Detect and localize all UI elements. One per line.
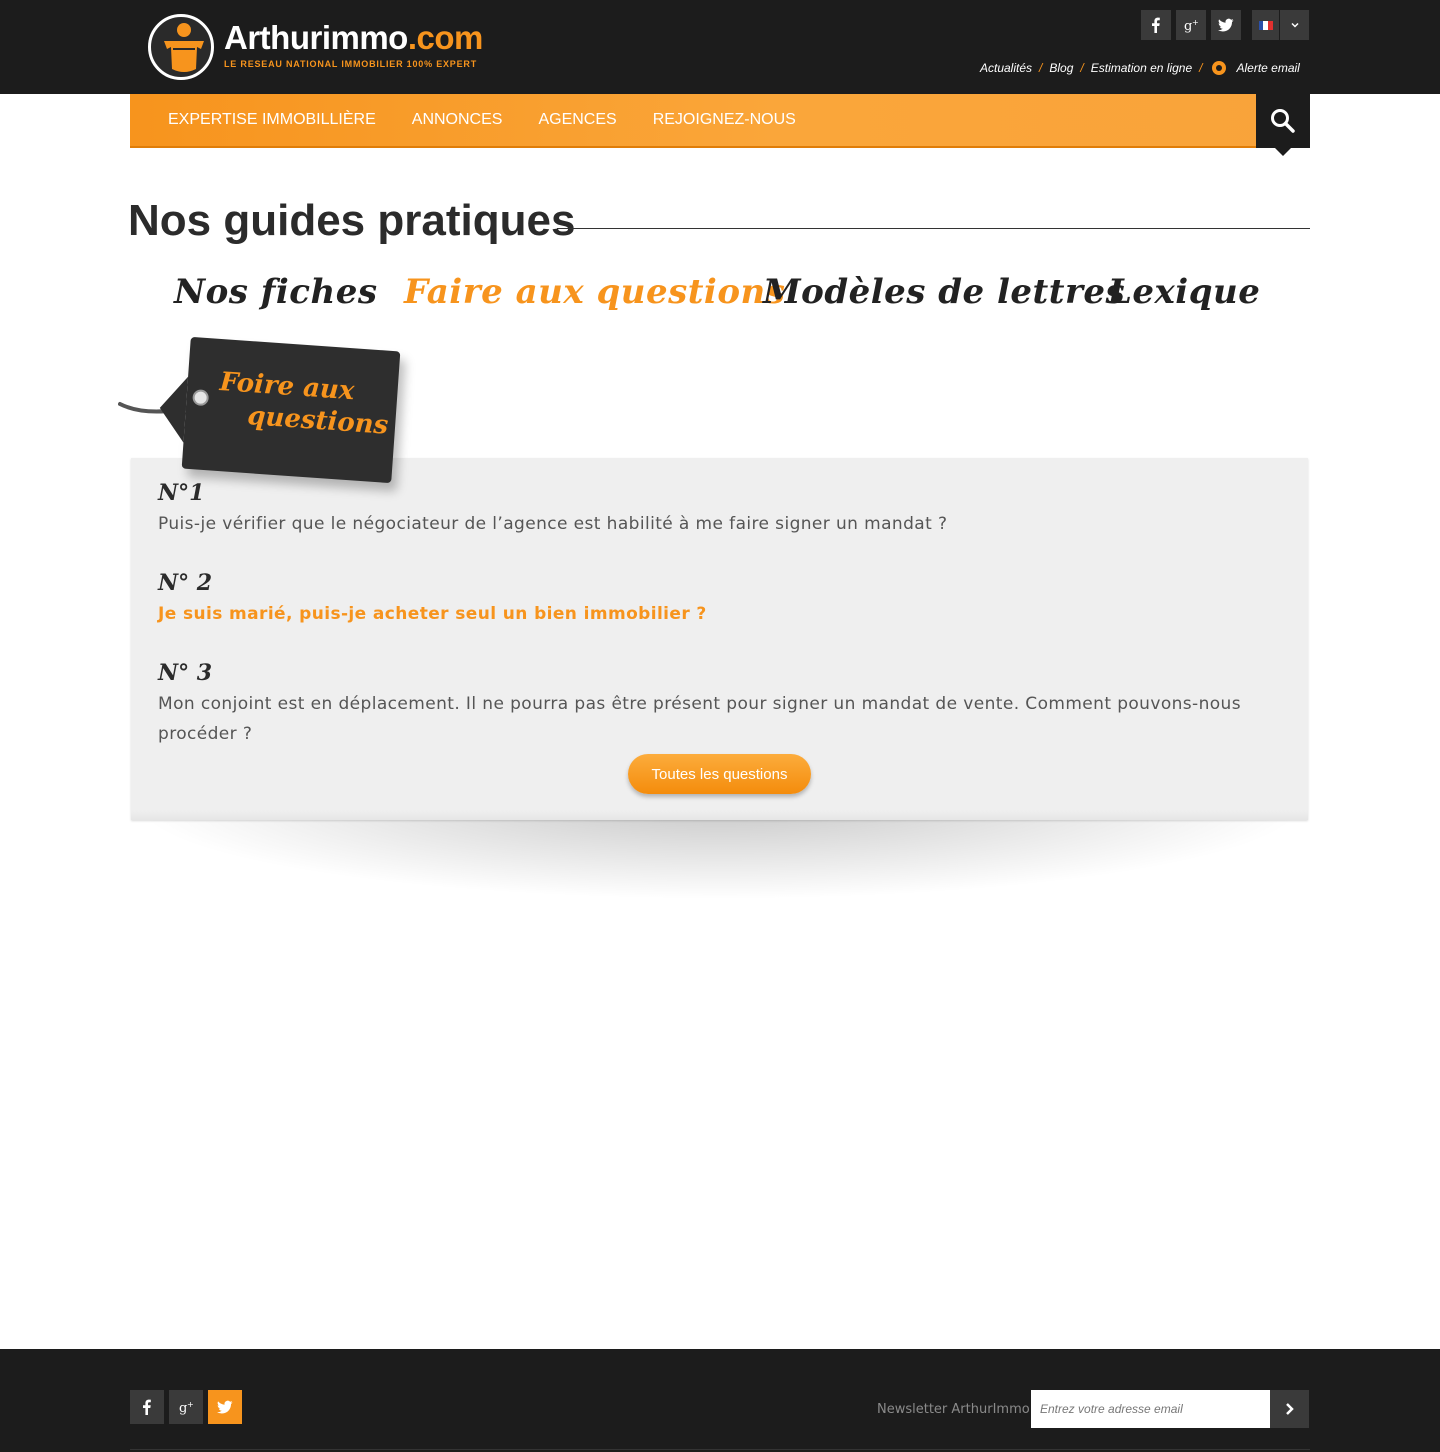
twitter-icon [1218,18,1234,32]
link-alerte-email[interactable]: Alerte email [1236,61,1299,75]
footer: g + Newsletter ArthurImmo [0,1349,1440,1452]
search-icon [1271,109,1295,133]
twitter-button[interactable] [1211,10,1241,40]
chevron-down-icon [1280,10,1309,40]
newsletter-label: Newsletter ArthurImmo [877,1402,1030,1417]
link-separator: / [1199,61,1203,75]
nav-item-rejoignez-nous[interactable]: REJOIGNEZ-NOUS [653,111,796,129]
facebook-icon [1152,17,1160,33]
google-plus-icon: g + [1184,18,1199,33]
newsletter-submit-button[interactable] [1270,1390,1309,1428]
question-link[interactable]: Mon conjoint est en déplacement. Il ne p… [158,689,1288,749]
logo[interactable]: Arthurimmo.com LE RESEAU NATIONAL IMMOBI… [148,14,483,80]
tag-title-line1: Foire aux [218,367,356,407]
header-social: g + [1141,10,1241,40]
svg-text:+: + [1192,18,1199,27]
footer-facebook-button[interactable] [130,1390,164,1424]
tag-hole [192,389,210,407]
link-separator: / [1039,61,1043,75]
main-nav: EXPERTISE IMMOBILLIÈRE ANNONCES AGENCES … [130,94,1310,156]
footer-social: g + [130,1390,242,1424]
tab-faire-aux-questions[interactable]: Faire aux questions [404,272,785,312]
logo-tagline: LE RESEAU NATIONAL IMMOBILIER 100% EXPER… [224,59,477,69]
footer-google-plus-button[interactable]: g + [169,1390,203,1424]
newsletter-email-input[interactable] [1031,1390,1270,1428]
search-button[interactable] [1256,94,1310,156]
link-actualites[interactable]: Actualités [980,61,1032,75]
footer-divider [130,1449,1310,1450]
google-plus-button[interactable]: g + [1176,10,1206,40]
header: Arthurimmo.com LE RESEAU NATIONAL IMMOBI… [0,0,1440,94]
logo-text: Arthurimmo.com [224,20,483,56]
question-link[interactable]: Puis-je vérifier que le négociateur de l… [158,509,1288,539]
language-selector[interactable] [1252,10,1309,40]
title-divider [557,228,1310,229]
question-number: N° 3 [158,660,213,686]
link-estimation[interactable]: Estimation en ligne [1091,61,1192,75]
logo-domain: .com [407,19,484,56]
facebook-button[interactable] [1141,10,1171,40]
tab-nos-fiches[interactable]: Nos fiches [174,272,377,312]
footer-twitter-button[interactable] [208,1390,242,1424]
logo-figure-icon [164,23,204,72]
question-number: N°1 [158,480,205,506]
chevron-right-icon [1285,1403,1294,1415]
question-link-active[interactable]: Je suis marié, puis-je acheter seul un b… [158,599,1288,629]
tab-modeles-de-lettres[interactable]: Modèles de lettres [763,272,1125,312]
link-blog[interactable]: Blog [1049,61,1073,75]
google-plus-icon: g + [179,1400,194,1415]
nav-item-annonces[interactable]: ANNONCES [412,111,503,129]
logo-circle [148,14,214,80]
question-number: N° 2 [158,570,213,596]
svg-text:+: + [187,1400,194,1409]
facebook-icon [143,1399,151,1415]
tag-title-line2: questions [246,401,390,441]
twitter-icon [217,1400,233,1414]
tab-lexique[interactable]: Lexique [1108,272,1260,312]
all-questions-button[interactable]: Toutes les questions [628,754,811,794]
header-links: Actualités / Blog / Estimation en ligne … [980,61,1300,75]
france-flag-icon [1252,10,1280,40]
faq-tag: Foire aux questions [181,336,401,484]
alert-gear-icon [1212,61,1227,75]
nav-item-agences[interactable]: AGENCES [538,111,616,129]
nav-items: EXPERTISE IMMOBILLIÈRE ANNONCES AGENCES … [168,94,796,146]
link-separator: / [1080,61,1084,75]
page-title: Nos guides pratiques [128,196,576,245]
logo-name: Arthurimmo [224,19,408,56]
nav-item-expertise[interactable]: EXPERTISE IMMOBILLIÈRE [168,111,376,129]
